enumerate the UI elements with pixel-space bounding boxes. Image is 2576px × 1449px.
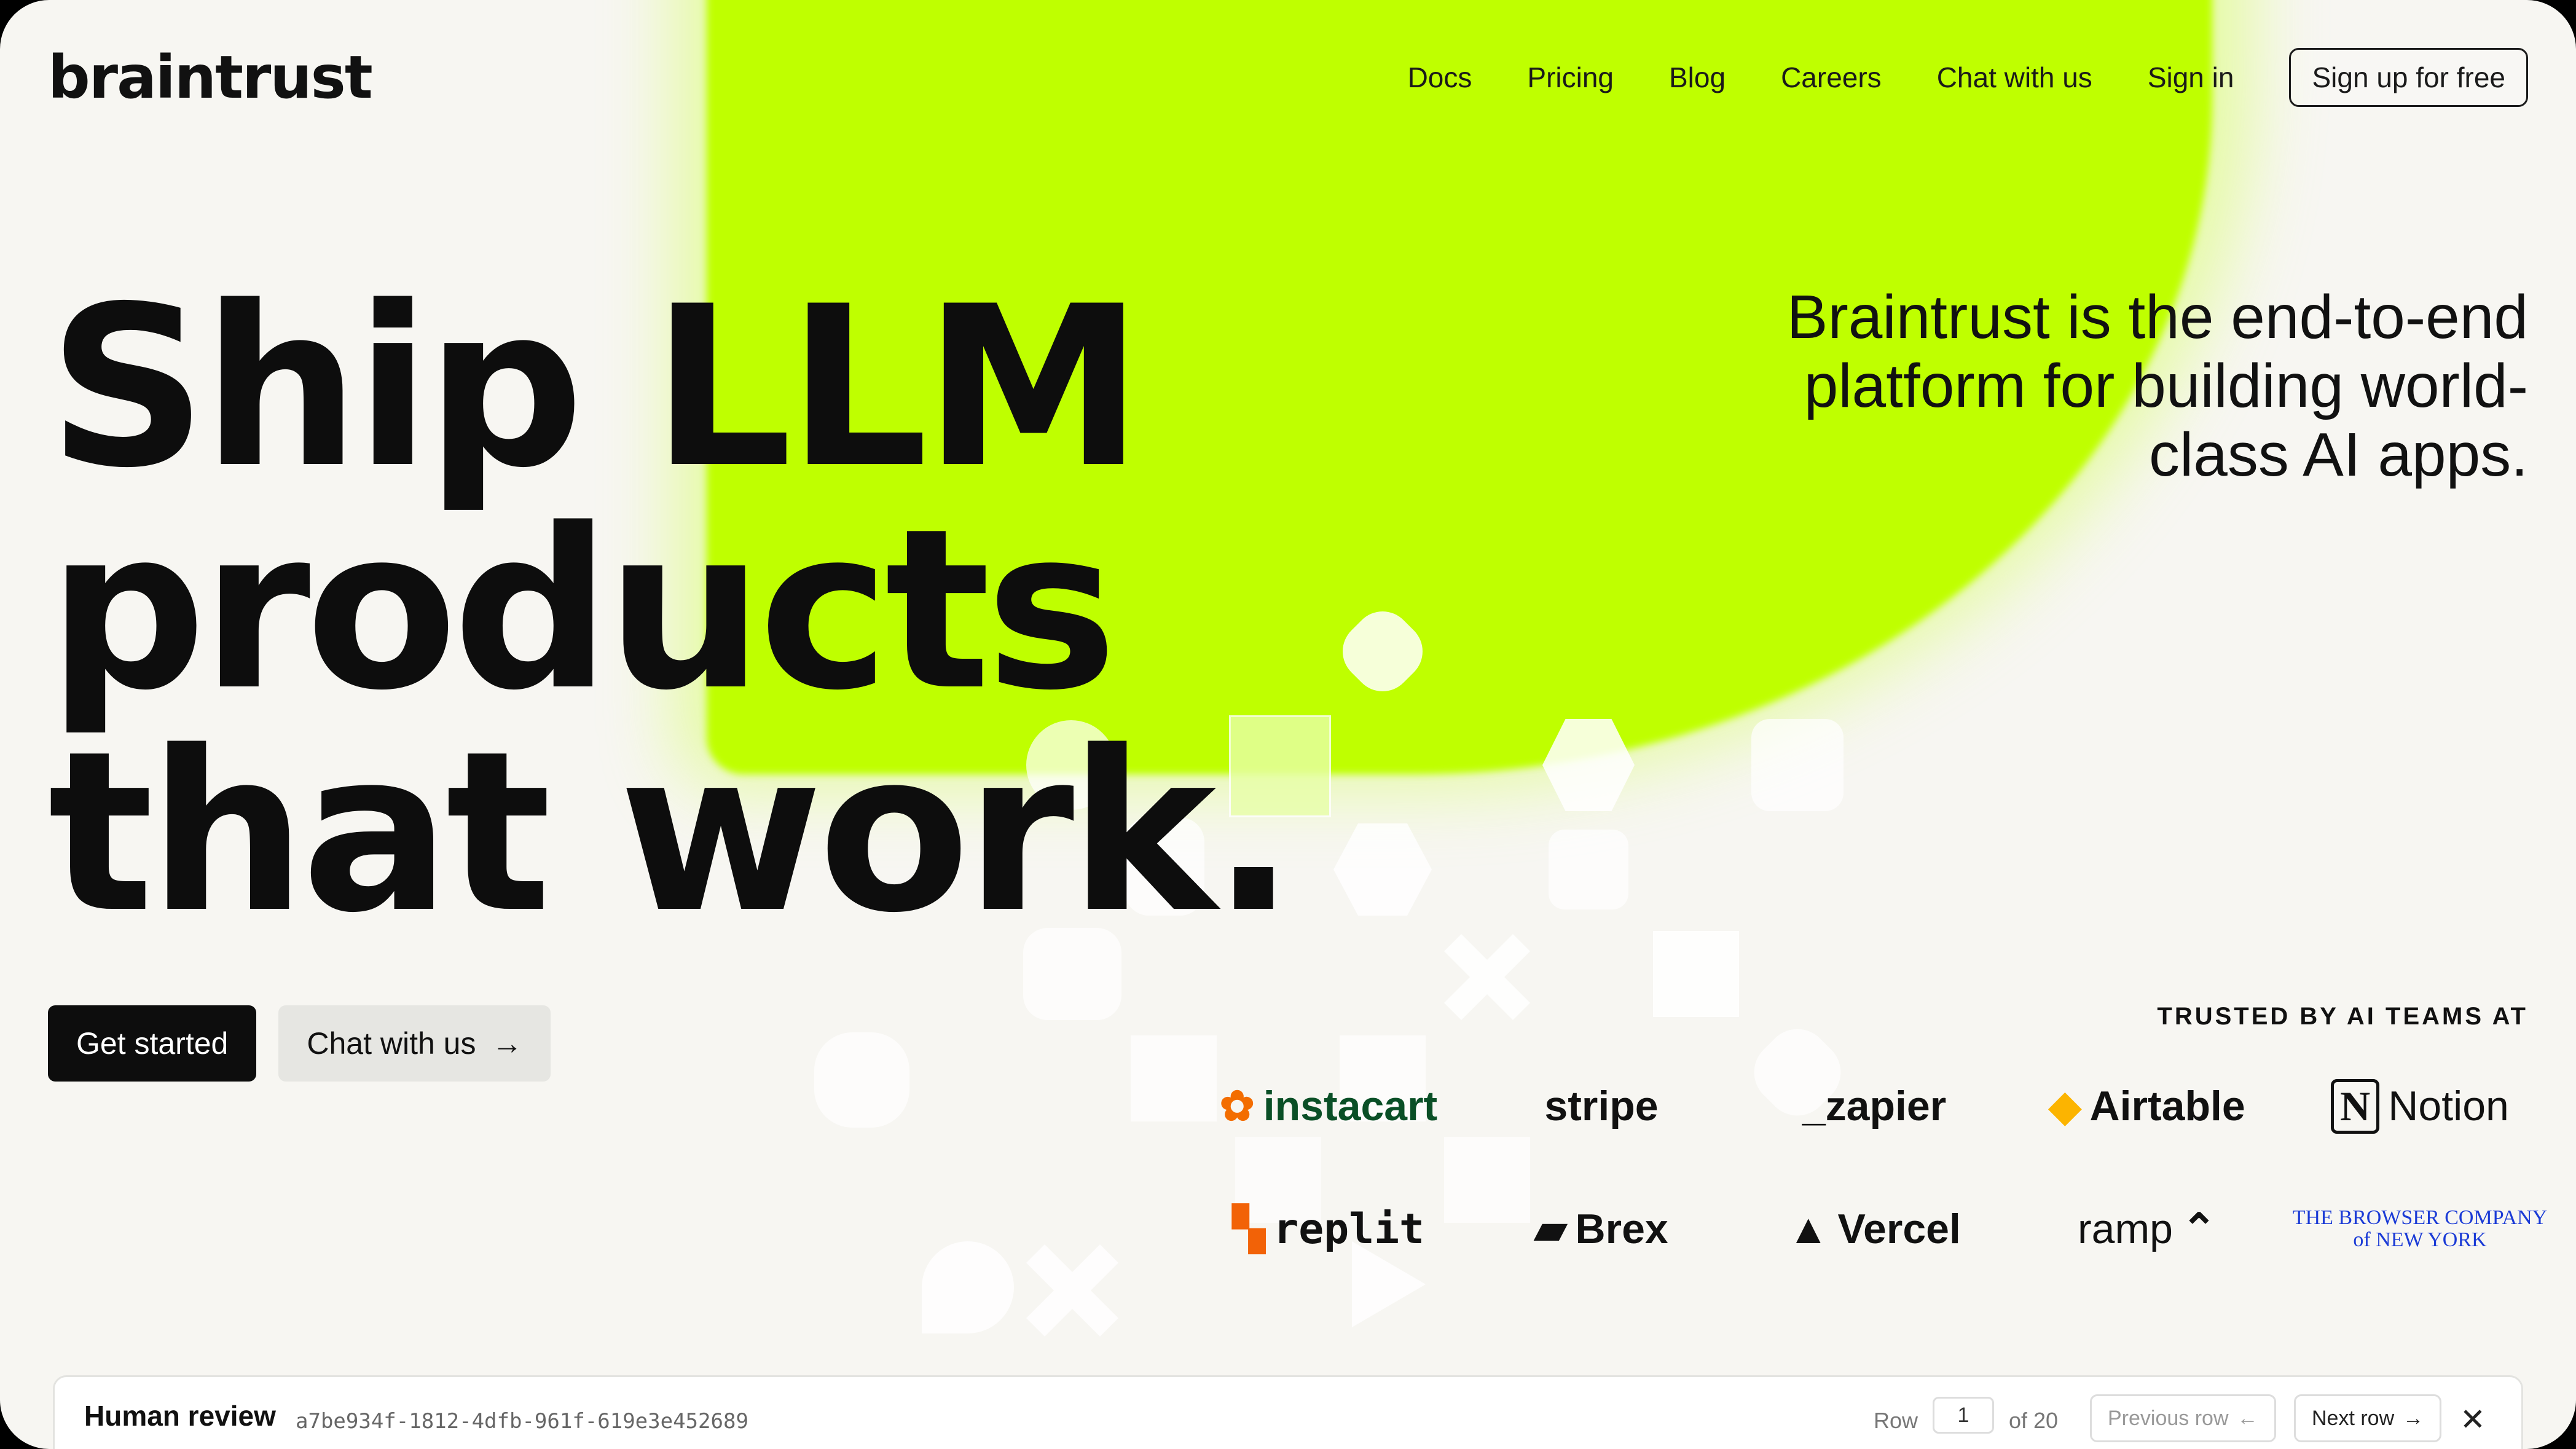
row-number-input[interactable]	[1933, 1397, 1994, 1434]
trusted-heading: TRUSTED BY AI TEAMS AT	[2157, 1003, 2528, 1030]
logo-ramp: ramp ⌃	[2011, 1189, 2283, 1269]
logo-zapier: _zapier	[1738, 1066, 2011, 1146]
logo-brex: ▰ Brex	[1465, 1189, 1738, 1269]
airtable-icon: ◆	[2049, 1082, 2081, 1129]
braintrust-logo[interactable]: braintrust	[48, 43, 373, 112]
logo-text: stripe	[1544, 1083, 1659, 1129]
ramp-icon: ⌃	[2181, 1205, 2217, 1252]
carrot-icon: ✿	[1219, 1082, 1255, 1129]
get-started-button[interactable]: Get started	[48, 1005, 257, 1082]
logo-text: Brex	[1575, 1206, 1668, 1252]
logo-text: THE BROWSER COMPANY of NEW YORK	[2292, 1206, 2548, 1251]
decor-cross	[1444, 934, 1530, 1020]
arrow-left-icon: ←	[2237, 1406, 2258, 1430]
logo-stripe: stripe	[1465, 1066, 1738, 1146]
review-id: a7be934f-1812-4dfb-961f-619e3e452689	[296, 1409, 748, 1434]
brex-icon: ▰	[1534, 1205, 1567, 1252]
logo-text: Vercel	[1837, 1206, 1961, 1252]
hero-tagline: Braintrust is the end-to-end platform fo…	[1786, 283, 2528, 489]
human-review-bar: Human review a7be934f-1812-4dfb-961f-619…	[53, 1375, 2523, 1449]
top-nav: Docs Pricing Blog Careers Chat with us S…	[1408, 48, 2528, 107]
previous-row-button[interactable]: Previous row ←	[2090, 1394, 2276, 1442]
notion-icon: N	[2331, 1078, 2380, 1134]
logo-text: instacart	[1263, 1083, 1438, 1129]
logo-text: ramp	[2078, 1206, 2173, 1252]
cta-group: Get started Chat with us →	[48, 1005, 551, 1082]
chat-with-us-label: Chat with us	[307, 1026, 476, 1061]
close-icon[interactable]: ✕	[2460, 1402, 2486, 1437]
review-title: Human review	[84, 1400, 276, 1432]
decor-glyph	[1549, 830, 1628, 909]
arrow-right-icon: →	[2403, 1406, 2424, 1430]
nav-sign-in[interactable]: Sign in	[2148, 61, 2234, 94]
logo-notion: N Notion	[2283, 1066, 2556, 1146]
logo-airtable: ◆ Airtable	[2011, 1066, 2283, 1146]
nav-blog[interactable]: Blog	[1669, 61, 1726, 94]
customer-logos: ✿ instacart stripe _zapier ◆ Airtable N Not…	[1192, 1066, 2556, 1269]
decor-cross-2	[1026, 1244, 1118, 1337]
logo-vercel: ▲ Vercel	[1738, 1189, 2011, 1269]
decor-percent	[1751, 719, 1844, 811]
logo-replit: ▚ replit	[1192, 1189, 1465, 1269]
previous-row-label: Previous row	[2108, 1406, 2229, 1430]
replit-icon: ▚	[1233, 1205, 1265, 1252]
arrow-right-icon: →	[492, 1026, 523, 1061]
decor-speech-bubble	[922, 1241, 1014, 1333]
chat-with-us-button[interactable]: Chat with us →	[278, 1005, 551, 1082]
row-total: of 20	[2009, 1408, 2059, 1433]
triangle-icon: ▲	[1788, 1206, 1829, 1252]
hero-line-3: that work.	[48, 704, 1295, 961]
row-label: Row	[1874, 1408, 1918, 1433]
signup-button[interactable]: Sign up for free	[2289, 48, 2528, 107]
page-frame: braintrust Docs Pricing Blog Careers Cha…	[0, 0, 2576, 1449]
logo-instacart: ✿ instacart	[1192, 1066, 1465, 1146]
next-row-button[interactable]: Next row →	[2294, 1394, 2442, 1442]
logo-browser-company: THE BROWSER COMPANY of NEW YORK	[2283, 1189, 2556, 1269]
logo-text: _zapier	[1802, 1083, 1947, 1129]
nav-docs[interactable]: Docs	[1408, 61, 1472, 94]
nav-chat[interactable]: Chat with us	[1937, 61, 2092, 94]
nav-pricing[interactable]: Pricing	[1527, 61, 1614, 94]
decor-square	[1653, 931, 1739, 1017]
nav-careers[interactable]: Careers	[1781, 61, 1882, 94]
next-row-label: Next row	[2312, 1406, 2395, 1430]
hero-line-2: products	[48, 481, 1117, 739]
logo-text: replit	[1273, 1204, 1424, 1254]
hero-headline: Ship LLM products that work.	[48, 259, 1295, 961]
hero-line-1: Ship LLM	[48, 259, 1144, 516]
decor-clover	[814, 1032, 909, 1128]
decor-hexagon-small	[1333, 823, 1432, 916]
logo-text: Notion	[2388, 1083, 2509, 1129]
logo-text: Airtable	[2089, 1083, 2245, 1129]
